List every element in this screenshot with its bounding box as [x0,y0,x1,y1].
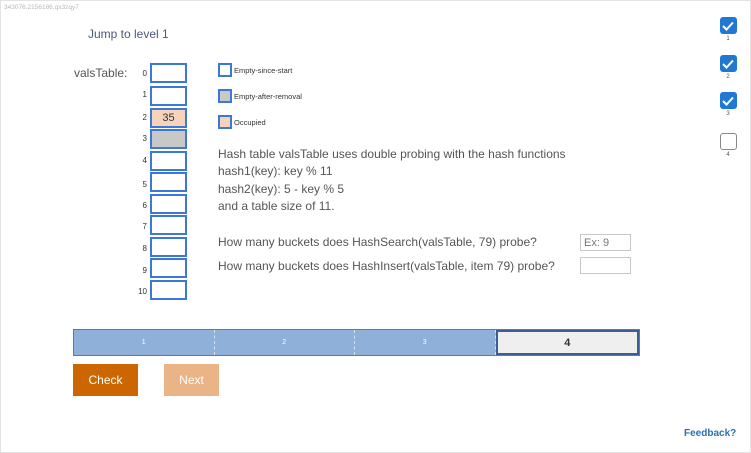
side-step-1[interactable]: 1 [718,17,738,42]
side-step-number: 2 [726,74,730,80]
check-button[interactable]: Check [73,364,138,396]
description-line: hash2(key): 5 - key % 5 [218,182,345,196]
question-insert: How many buckets does HashInsert(valsTab… [218,259,555,273]
session-id: 343076.2156186.qx3zqy7 [4,4,79,11]
bucket-index: 10 [138,287,147,296]
bucket-index: 6 [142,201,147,210]
checkmark-icon [719,92,737,109]
bucket-index: 1 [142,90,147,99]
bucket-index: 2 [142,113,147,122]
bucket-8 [150,237,187,257]
bucket-5 [150,172,187,192]
side-step-number: 3 [726,111,730,117]
bucket-3 [150,129,187,149]
legend-swatch-empty [218,63,232,77]
progress-segment-4[interactable]: 4 [495,330,639,355]
bucket-index: 3 [142,134,147,143]
level-progress-bar: 1 2 3 4 [73,329,640,356]
side-step-number: 1 [726,36,730,42]
bucket-1 [150,86,187,106]
next-button[interactable]: Next [164,364,219,396]
progress-segment-3[interactable]: 3 [355,330,496,355]
question-search: How many buckets does HashSearch(valsTab… [218,235,537,249]
side-step-3[interactable]: 3 [718,92,738,117]
side-step-number: 4 [726,152,730,158]
side-step-4[interactable]: 4 [718,133,738,158]
legend-swatch-occupied [218,115,232,129]
legend-label: Occupied [234,118,266,127]
checkmark-icon [719,55,737,72]
progress-segment-1[interactable]: 1 [74,330,215,355]
bucket-7 [150,215,187,235]
legend-label: Empty-since-start [234,66,293,75]
side-step-2[interactable]: 2 [718,55,738,80]
legend-label: Empty-after-removal [234,92,302,101]
jump-to-level-link[interactable]: Jump to level 1 [88,27,169,41]
bucket-index: 9 [142,266,147,275]
bucket-index: 7 [142,222,147,231]
answer-insert-input[interactable] [580,257,631,274]
legend-swatch-removed [218,89,232,103]
bucket-9 [150,258,187,278]
bucket-2: 35 [150,108,187,128]
bucket-index: 8 [142,244,147,253]
bucket-10 [150,280,187,300]
bucket-0 [150,63,187,83]
description-line: Hash table valsTable uses double probing… [218,147,566,161]
bucket-index: 4 [142,156,147,165]
description-line: hash1(key): key % 11 [218,164,333,178]
progress-segment-2[interactable]: 2 [214,330,355,355]
description-line: and a table size of 11. [218,199,335,213]
empty-step-icon [719,133,737,150]
feedback-link[interactable]: Feedback? [684,428,736,439]
answer-search-input[interactable] [580,234,631,251]
checkmark-icon [719,17,737,34]
bucket-6 [150,194,187,214]
bucket-index: 5 [142,180,147,189]
bucket-index: 0 [142,69,147,78]
table-label: valsTable: [74,66,128,80]
bucket-4 [150,151,187,171]
